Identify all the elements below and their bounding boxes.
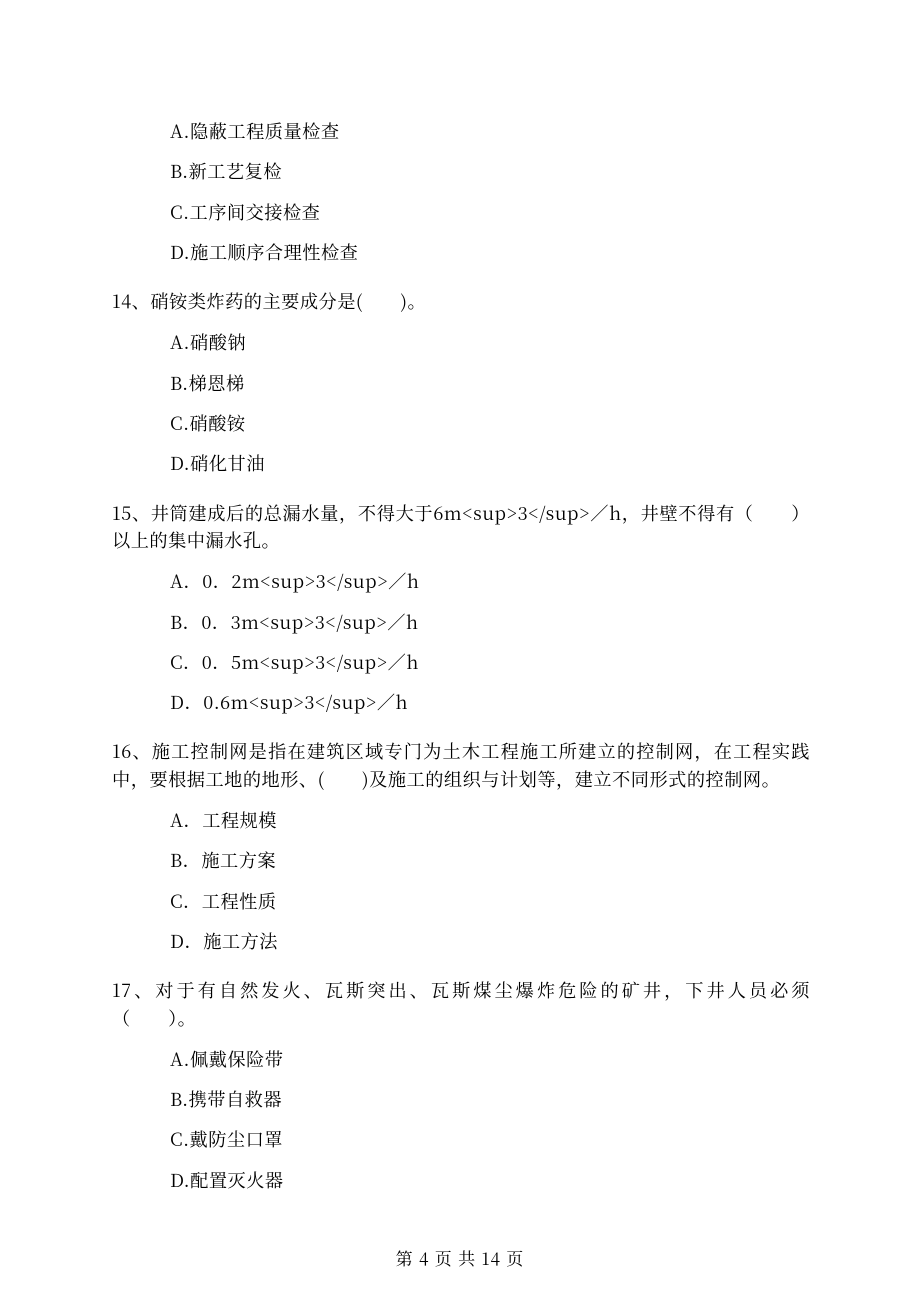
q14-option-c: C.硝酸铵 (112, 410, 810, 437)
q14-stem: 14、硝铵类炸药的主要成分是( )。 (112, 288, 810, 315)
q15-option-d: D．0.6m<sup>3</sup>／h (112, 689, 810, 716)
q13-option-c: C.工序间交接检查 (112, 199, 810, 226)
q14-option-d: D.硝化甘油 (112, 450, 810, 477)
q14-option-b: B.梯恩梯 (112, 370, 810, 397)
q15-option-c: C．0．5m<sup>3</sup>／h (112, 649, 810, 676)
q13-option-d: D.施工顺序合理性检查 (112, 239, 810, 266)
page-footer: 第 4 页 共 14 页 (0, 1245, 920, 1271)
q16-option-c: C．工程性质 (112, 888, 810, 915)
q15-stem: 15、井筒建成后的总漏水量，不得大于6m<sup>3</sup>／h，井壁不得有… (112, 500, 810, 555)
q16-option-a: A．工程规模 (112, 807, 810, 834)
q17-stem: 17、对于有自然发火、瓦斯突出、瓦斯煤尘爆炸危险的矿井，下井人员必须（ ）。 (112, 977, 810, 1032)
q13-option-a: A.隐蔽工程质量检查 (112, 118, 810, 145)
q17-option-c: C.戴防尘口罩 (112, 1126, 810, 1153)
document-page: A.隐蔽工程质量检查 B.新工艺复检 C.工序间交接检查 D.施工顺序合理性检查… (0, 0, 920, 1302)
q16-option-d: D．施工方法 (112, 928, 810, 955)
q16-stem: 16、施工控制网是指在建筑区域专门为土木工程施工所建立的控制网，在工程实践中，要… (112, 738, 810, 793)
q15-option-a: A．0．2m<sup>3</sup>／h (112, 568, 810, 595)
q13-option-b: B.新工艺复检 (112, 158, 810, 185)
q16-option-b: B．施工方案 (112, 847, 810, 874)
q14-option-a: A.硝酸钠 (112, 329, 810, 356)
q17-option-d: D.配置灭火器 (112, 1167, 810, 1194)
q17-option-b: B.携带自救器 (112, 1086, 810, 1113)
q15-option-b: B．0．3m<sup>3</sup>／h (112, 609, 810, 636)
q17-option-a: A.佩戴保险带 (112, 1046, 810, 1073)
